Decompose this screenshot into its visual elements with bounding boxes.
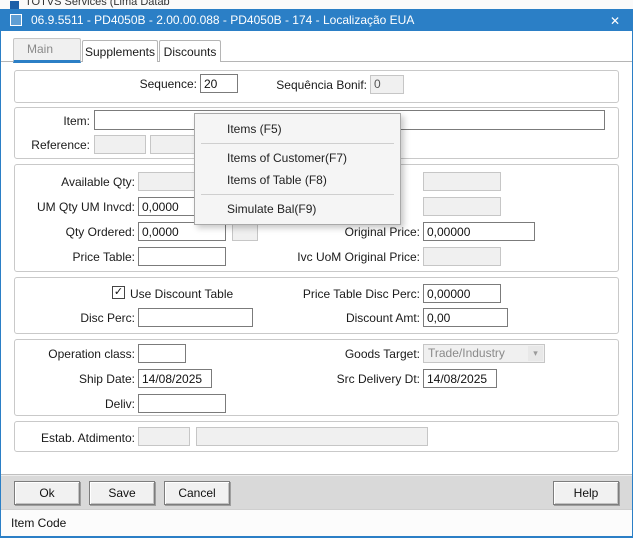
save-button[interactable]: Save bbox=[89, 481, 155, 505]
operation-class-label: Operation class: bbox=[48, 347, 135, 361]
statusbar: Item Code bbox=[1, 509, 632, 536]
context-menu: Items (F5) Items of Customer(F7) Items o… bbox=[194, 113, 401, 225]
estab-code-field bbox=[138, 427, 190, 446]
goods-target-label: Goods Target: bbox=[344, 347, 420, 361]
help-button[interactable]: Help bbox=[553, 481, 619, 505]
menu-item-items-f5[interactable]: Items (F5) bbox=[195, 118, 400, 140]
available-qty-label: Available Qty: bbox=[61, 175, 135, 189]
close-icon: ✕ bbox=[609, 13, 621, 28]
discount-amt-input[interactable] bbox=[423, 308, 508, 327]
original-price-label: Original Price: bbox=[344, 225, 420, 239]
close-button[interactable]: ✕ bbox=[598, 10, 632, 31]
menu-item-items-of-table-f8[interactable]: Items of Table (F8) bbox=[195, 169, 400, 191]
item-label: Item: bbox=[63, 114, 90, 128]
cancel-button[interactable]: Cancel bbox=[164, 481, 230, 505]
ivc-uom-original-price-label: Ivc UoM Original Price: bbox=[297, 250, 420, 264]
tab-supplements[interactable]: Supplements bbox=[82, 40, 158, 62]
use-discount-table-checkbox[interactable]: ✓ bbox=[112, 286, 125, 299]
price-table-input[interactable] bbox=[138, 247, 226, 266]
right-qty-field-1 bbox=[423, 172, 501, 191]
reference-label: Reference: bbox=[31, 138, 90, 152]
ship-date-input[interactable] bbox=[138, 369, 212, 388]
estab-name-field bbox=[196, 427, 428, 446]
sequencia-bonif-label: Sequência Bonif: bbox=[276, 78, 367, 92]
app-icon bbox=[10, 1, 19, 9]
sequence-input[interactable] bbox=[200, 74, 238, 93]
screen: TOTVS Services (Lima Datab 06.9.5511 - P… bbox=[0, 0, 633, 538]
sequence-label: Sequence: bbox=[139, 77, 197, 91]
src-delivery-dt-label: Src Delivery Dt: bbox=[336, 372, 420, 386]
check-icon: ✓ bbox=[113, 286, 124, 298]
status-text: Item Code bbox=[11, 516, 67, 530]
button-bar: Ok Save Cancel Help bbox=[1, 474, 632, 509]
discount-amt-label: Discount Amt: bbox=[345, 311, 420, 325]
deliv-label: Deliv: bbox=[104, 397, 135, 411]
um-qty-label: UM Qty UM Invcd: bbox=[36, 200, 135, 214]
menu-item-simulate-bal-f9[interactable]: Simulate Bal(F9) bbox=[195, 198, 400, 220]
tab-main[interactable]: Main bbox=[13, 38, 81, 63]
tabstrip: Main Supplements Discounts bbox=[1, 38, 632, 63]
src-delivery-dt-input[interactable] bbox=[423, 369, 497, 388]
titlebar[interactable]: 06.9.5511 - PD4050B - 2.00.00.088 - PD40… bbox=[1, 10, 632, 31]
group-discount bbox=[14, 277, 619, 334]
qty-ordered-label: Qty Ordered: bbox=[65, 225, 135, 239]
sequencia-bonif-field: 0 bbox=[370, 75, 404, 94]
background-window-title: TOTVS Services (Lima Datab bbox=[25, 0, 170, 8]
menu-separator bbox=[201, 143, 394, 144]
right-qty-field-2 bbox=[423, 197, 501, 216]
reference-field-1 bbox=[94, 135, 146, 154]
price-table-disc-perc-input[interactable] bbox=[423, 284, 501, 303]
tab-discounts[interactable]: Discounts bbox=[159, 40, 221, 62]
menu-separator bbox=[201, 194, 394, 195]
disc-perc-input[interactable] bbox=[138, 308, 253, 327]
deliv-input[interactable] bbox=[138, 394, 226, 413]
original-price-input[interactable] bbox=[423, 222, 535, 241]
price-table-label: Price Table: bbox=[72, 250, 135, 264]
estab-atdimento-label: Estab. Atdimento: bbox=[40, 431, 135, 445]
menu-item-items-of-customer-f7[interactable]: Items of Customer(F7) bbox=[195, 147, 400, 169]
ivc-uom-original-price-field bbox=[423, 247, 501, 266]
use-discount-table-label: Use Discount Table bbox=[130, 287, 234, 301]
goods-target-value: Trade/Industry bbox=[428, 346, 505, 360]
window-title: 06.9.5511 - PD4050B - 2.00.00.088 - PD40… bbox=[31, 13, 415, 27]
goods-target-select: Trade/Industry ▾ bbox=[423, 344, 545, 363]
operation-class-input[interactable] bbox=[138, 344, 186, 363]
chevron-down-icon: ▾ bbox=[528, 346, 543, 361]
price-table-disc-perc-label: Price Table Disc Perc: bbox=[302, 287, 420, 301]
ship-date-label: Ship Date: bbox=[78, 372, 135, 386]
disc-perc-label: Disc Perc: bbox=[80, 311, 135, 325]
ok-button[interactable]: Ok bbox=[14, 481, 80, 505]
background-window-strip[interactable]: TOTVS Services (Lima Datab bbox=[0, 0, 633, 9]
window-icon bbox=[10, 14, 22, 26]
